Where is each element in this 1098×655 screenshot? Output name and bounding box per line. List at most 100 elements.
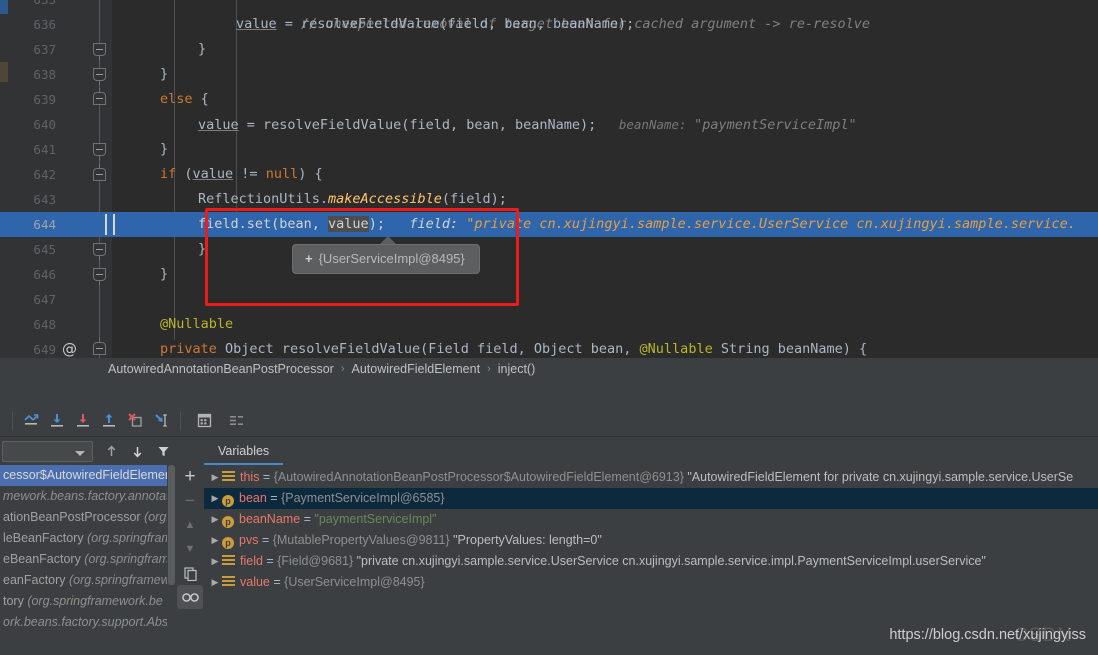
variable-row-pvs[interactable]: ▶ p pvs = {MutablePropertyValues@9811} "Pr… xyxy=(204,530,1098,551)
fold-marker[interactable] xyxy=(93,68,106,85)
move-watch-up-icon[interactable]: ▲ xyxy=(177,513,203,537)
frame-row[interactable]: ationBeanPostProcessor (org.s xyxy=(0,507,176,528)
fold-marker[interactable] xyxy=(93,164,106,182)
line-number: 643 xyxy=(33,192,56,207)
frame-row[interactable]: eanFactory (org.springframewo xyxy=(0,570,176,591)
fold-marker[interactable] xyxy=(93,88,106,106)
expand-triangle-icon[interactable]: ▶ xyxy=(208,530,222,551)
step-into-icon[interactable] xyxy=(70,408,96,434)
frame-up-icon[interactable] xyxy=(99,438,125,464)
expand-triangle-icon[interactable]: ▶ xyxy=(208,509,222,530)
remove-watch-icon[interactable]: − xyxy=(177,489,203,513)
copy-value-icon[interactable] xyxy=(177,561,203,585)
line-number: 640 xyxy=(33,117,56,132)
code-text: = resolveFieldValue(field, bean, beanNam… xyxy=(238,117,597,133)
code-text: (field); xyxy=(441,191,507,207)
debugger-lower-area: cessor$AutowiredFieldElement mework.bean… xyxy=(0,437,1098,655)
variable-ref: {PaymentServiceImpl@6585} xyxy=(281,491,445,505)
variable-row-bean[interactable]: ▶ p bean = {PaymentServiceImpl@6585} xyxy=(204,488,1098,509)
watches-toolbar[interactable]: + − ▲ ▼ xyxy=(176,437,204,655)
frame-row[interactable]: cessor$AutowiredFieldElement xyxy=(0,465,176,486)
variable-name: pvs xyxy=(239,533,259,547)
fold-marker[interactable] xyxy=(93,143,106,160)
breadcrumb-item-method[interactable]: inject() xyxy=(498,362,536,376)
code-text: ( xyxy=(176,166,193,182)
frame-row[interactable]: eBeanFactory (org.springframe xyxy=(0,549,176,570)
code-text: ) { xyxy=(298,166,323,182)
tab-variables[interactable]: Variables xyxy=(204,440,284,465)
move-watch-down-icon[interactable]: ▼ xyxy=(177,537,203,561)
field-icon xyxy=(222,576,235,587)
breadcrumb-item-inner-class[interactable]: AutowiredFieldElement xyxy=(352,362,481,376)
breadcrumb[interactable]: AutowiredAnnotationBeanPostProcessor › A… xyxy=(0,358,1098,380)
inline-hint-value[interactable]: "paymentServiceImpl" xyxy=(694,117,857,133)
code-line-648: @Nullable xyxy=(160,312,233,337)
code-text-area[interactable]: // unexpected removal of target bean for… xyxy=(112,0,1098,358)
variables-tabbar[interactable]: Variables xyxy=(204,437,1098,465)
thread-selector-combo[interactable] xyxy=(2,440,93,462)
frames-scrollbar[interactable] xyxy=(167,465,176,655)
expand-triangle-icon[interactable]: ▶ xyxy=(208,551,222,572)
show-execution-point-icon[interactable] xyxy=(18,408,44,434)
evaluate-expression-icon[interactable] xyxy=(191,408,217,434)
frame-row[interactable]: tory (org.springframework.be xyxy=(0,591,176,612)
step-over-icon[interactable] xyxy=(44,408,70,434)
inline-hint-value[interactable]: "private cn.xujingyi.sample.service.User… xyxy=(466,216,1076,232)
frames-scrollbar-thumb[interactable] xyxy=(168,465,175,585)
run-to-cursor-icon[interactable] xyxy=(148,408,174,434)
breadcrumb-item-class[interactable]: AutowiredAnnotationBeanPostProcessor xyxy=(108,362,334,376)
frames-toolbar[interactable] xyxy=(0,437,176,465)
code-keyword: null xyxy=(265,166,299,182)
fold-marker[interactable] xyxy=(93,338,106,356)
variable-row-field[interactable]: ▶ field = {Field@9681} "private cn.xujing… xyxy=(204,551,1098,572)
expand-plus-icon[interactable]: + xyxy=(305,251,313,266)
code-annotation: @Nullable xyxy=(160,316,234,332)
code-line-640: value = resolveFieldValue(field, bean, b… xyxy=(198,112,857,137)
frame-package: (org.springframework.be xyxy=(27,594,163,608)
fold-marker[interactable] xyxy=(93,268,106,285)
annotation-gutter-icon[interactable]: @ xyxy=(62,337,77,358)
code-text: } xyxy=(160,66,169,82)
code-editor[interactable]: 635 636 637 638 639 640 641 642 643 644 … xyxy=(0,0,1098,358)
value-tooltip[interactable]: + {UserServiceImpl@8495} xyxy=(292,244,480,274)
code-text: Object resolveFieldValue(Field field, Ob… xyxy=(216,341,640,357)
line-number: 636 xyxy=(33,17,56,32)
inspect-icon[interactable] xyxy=(177,585,203,609)
code-text: = resolveFieldValue(field, bean, beanNam… xyxy=(276,16,635,32)
frame-label: tory xyxy=(3,594,28,608)
frame-row[interactable]: mework.beans.factory.annotati xyxy=(0,486,176,507)
code-line-646: } xyxy=(160,262,168,287)
step-out-icon[interactable] xyxy=(96,408,122,434)
line-number: 637 xyxy=(33,42,56,57)
inline-hint-label[interactable]: beanName: xyxy=(619,117,687,132)
code-line-644: field.set(bean, value); field: "private … xyxy=(198,212,1076,237)
gutter-caret xyxy=(105,214,107,235)
code-text: } xyxy=(198,241,207,257)
expand-triangle-icon[interactable]: ▶ xyxy=(208,488,222,509)
frame-down-icon[interactable] xyxy=(125,438,151,464)
code-line-645: } xyxy=(198,237,206,262)
line-number: 646 xyxy=(33,267,56,282)
frame-row[interactable]: ork.beans.factory.support.Abst xyxy=(0,612,176,633)
variable-row-beanName[interactable]: ▶ p beanName = "paymentServiceImpl" xyxy=(204,509,1098,530)
variable-ref: {MutablePropertyValues@9811} xyxy=(272,533,450,547)
fold-marker[interactable] xyxy=(93,243,106,260)
trace-current-stream-icon[interactable] xyxy=(223,408,249,434)
expand-triangle-icon[interactable]: ▶ xyxy=(208,572,222,593)
expand-triangle-icon[interactable]: ▶ xyxy=(208,467,222,488)
frames-pane[interactable]: cessor$AutowiredFieldElement mework.bean… xyxy=(0,437,176,655)
frame-row[interactable]: leBeanFactory (org.springfram xyxy=(0,528,176,549)
code-annotation: @Nullable xyxy=(639,341,713,357)
debugger-stepping-toolbar[interactable] xyxy=(0,405,1098,437)
code-line-641: } xyxy=(160,137,168,162)
inline-hint-label[interactable]: field: xyxy=(409,216,458,232)
variables-pane[interactable]: Variables ▶ this = {AutowiredAnnotationBe… xyxy=(204,437,1098,655)
variable-row-this[interactable]: ▶ this = {AutowiredAnnotationBeanPostProc… xyxy=(204,467,1098,488)
add-watch-icon[interactable]: + xyxy=(177,465,203,489)
force-step-into-icon[interactable] xyxy=(122,408,148,434)
code-method: makeAccessible xyxy=(328,191,442,207)
fold-marker[interactable] xyxy=(93,43,106,60)
frames-list[interactable]: cessor$AutowiredFieldElement mework.bean… xyxy=(0,465,176,655)
filter-frames-icon[interactable] xyxy=(150,438,176,464)
variable-row-value[interactable]: ▶ value = {UserServiceImpl@8495} xyxy=(204,572,1098,593)
